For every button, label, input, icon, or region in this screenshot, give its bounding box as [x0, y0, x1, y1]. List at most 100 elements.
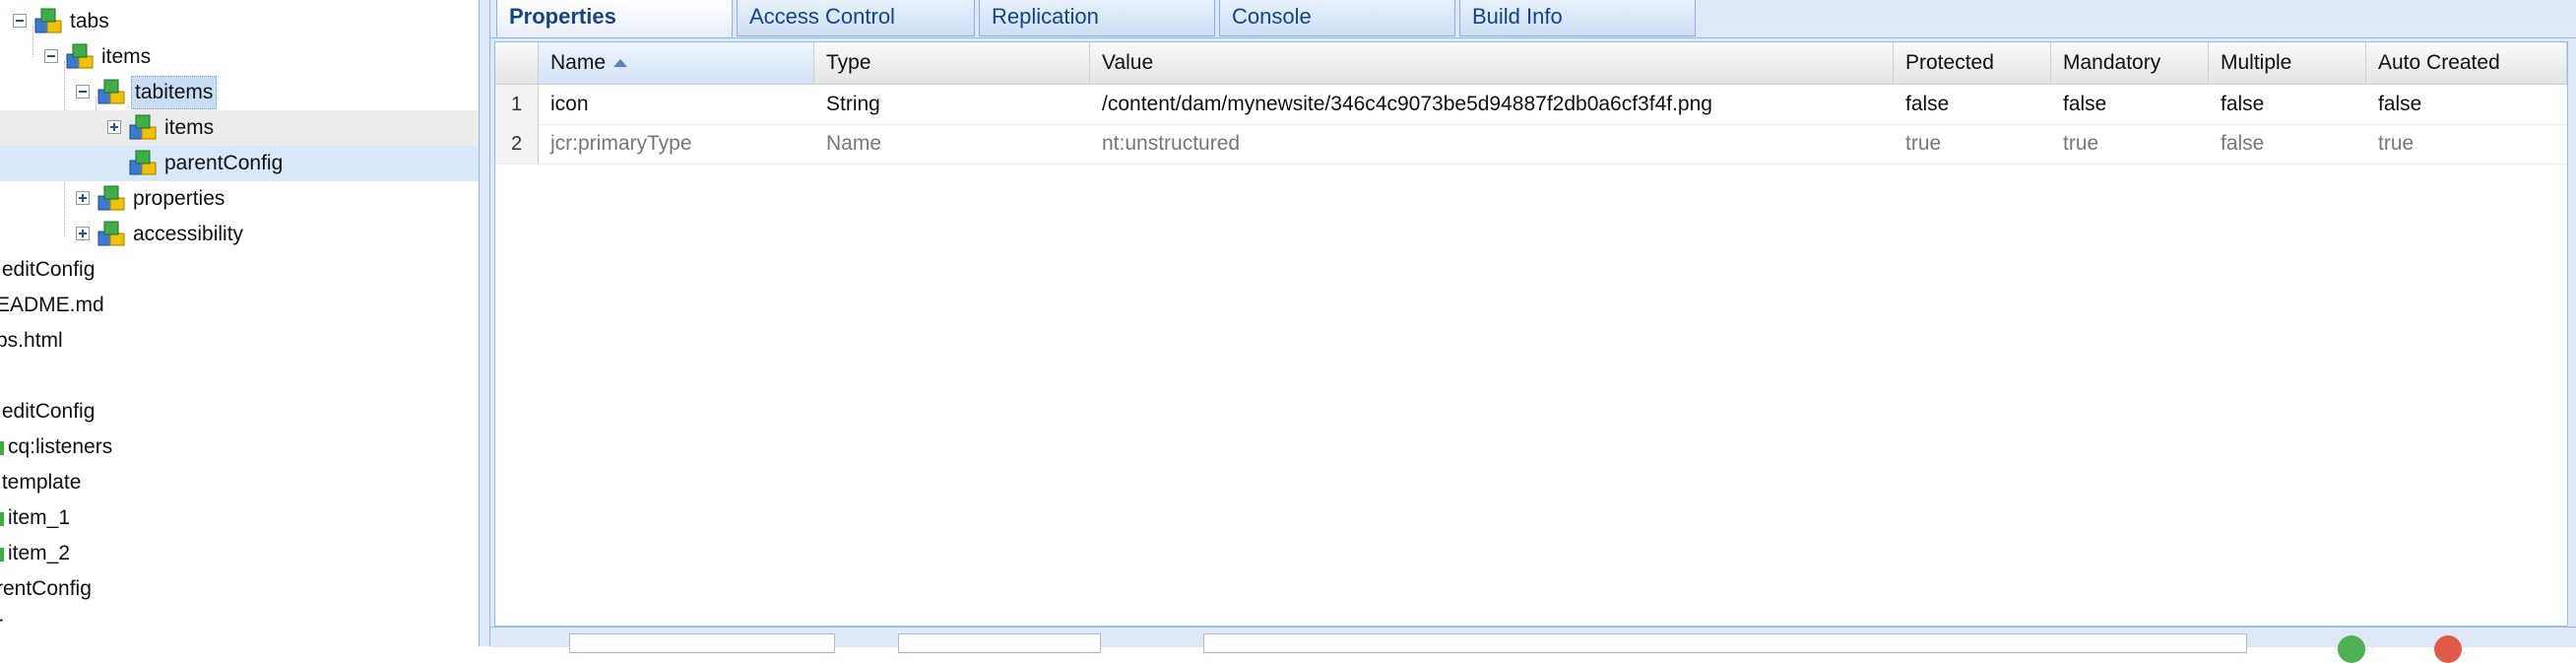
column-header-multiple[interactable]: Multiple — [2209, 42, 2366, 84]
tree-node-label: bs.html — [0, 329, 63, 352]
tree-node-label: item_1 — [8, 506, 71, 529]
cell-protected: false — [1905, 93, 1950, 115]
tree-node-properties[interactable]: properties — [0, 181, 479, 217]
repository-tree: tabs items tabitems items parentConfig p… — [0, 0, 479, 646]
property-edit-toolbar — [490, 627, 2576, 663]
rownum-header — [495, 42, 539, 84]
tree-node-label: :editConfig — [0, 400, 96, 423]
column-label: Auto Created — [2378, 51, 2500, 74]
tree-node-items-child[interactable]: items — [0, 110, 479, 146]
column-label: Mandatory — [2063, 51, 2161, 74]
node-icon — [97, 221, 125, 246]
column-header-protected[interactable]: Protected — [1894, 42, 2051, 84]
cell-name[interactable]: icon — [539, 85, 814, 124]
collapse-icon[interactable] — [44, 49, 58, 63]
table-row[interactable]: 2 jcr:primaryType Name nt:unstructured t… — [495, 124, 2567, 165]
properties-grid: Name Type Value Protected Mandatory Mult… — [494, 41, 2568, 627]
cell-type[interactable]: Name — [814, 124, 1090, 164]
collapse-icon[interactable] — [13, 14, 27, 28]
tab-label: Replication — [992, 4, 1099, 29]
property-name-field[interactable] — [569, 633, 835, 653]
tree-node-item-1[interactable]: item_1 — [0, 500, 479, 536]
tree-node-label: accessibility — [133, 223, 244, 245]
tree-node-label: rentConfig — [0, 577, 92, 600]
table-row[interactable]: 1 icon String /content/dam/mynewsite/346… — [495, 85, 2567, 125]
cell-value[interactable]: nt:unstructured — [1090, 124, 1894, 164]
cell-mandatory: false — [2063, 93, 2107, 115]
node-icon — [129, 150, 157, 175]
remove-property-icon[interactable] — [2434, 635, 2462, 663]
expand-icon[interactable] — [107, 120, 121, 134]
node-icon-clipped — [0, 548, 4, 562]
tab-strip: Properties Access Control Replication Co… — [490, 0, 2576, 38]
tree-node-template[interactable]: :template — [0, 465, 479, 500]
tab-label: Properties — [509, 4, 616, 29]
tree-node-tabs-html[interactable]: bs.html — [0, 323, 479, 359]
tree-node-label: :template — [0, 471, 82, 494]
column-header-type[interactable]: Type — [814, 42, 1090, 84]
tree-node-tabitems[interactable]: tabitems — [0, 75, 479, 110]
row-number: 1 — [495, 85, 539, 124]
tab-label: Access Control — [749, 4, 895, 29]
cell-auto-created: false — [2378, 93, 2422, 115]
tree-node-readme[interactable]: EADME.md — [0, 288, 479, 323]
column-header-value[interactable]: Value — [1090, 42, 1894, 84]
tab-console[interactable]: Console — [1219, 0, 1455, 36]
tree-node-items[interactable]: items — [0, 39, 479, 75]
panel-splitter[interactable] — [479, 0, 490, 646]
node-icon — [34, 8, 62, 33]
column-label: Multiple — [2221, 51, 2292, 74]
tree-node-editconfig[interactable]: :editConfig — [0, 252, 479, 288]
node-icon — [66, 43, 94, 69]
cell-multiple: false — [2221, 132, 2265, 155]
tree-node-accessibility[interactable]: accessibility — [0, 217, 479, 252]
column-header-mandatory[interactable]: Mandatory — [2051, 42, 2209, 84]
tree-node-item-2[interactable]: item_2 — [0, 536, 479, 571]
node-icon — [97, 185, 125, 211]
node-icon — [129, 114, 157, 140]
tab-replication[interactable]: Replication — [979, 0, 1215, 36]
cell-value[interactable]: /content/dam/mynewsite/346c4c9073be5d948… — [1090, 85, 1894, 124]
tree-node-parentconfig[interactable]: parentConfig — [0, 146, 479, 181]
expand-icon[interactable] — [76, 191, 90, 205]
add-property-icon[interactable] — [2338, 635, 2365, 663]
tree-node-cq-listeners[interactable]: cq:listeners — [0, 430, 479, 465]
tab-access-control[interactable]: Access Control — [737, 0, 975, 36]
column-label: Protected — [1905, 51, 1994, 74]
column-header-auto-created[interactable]: Auto Created — [2366, 42, 2567, 84]
tree-node-label: cq:listeners — [8, 435, 113, 458]
node-icon — [97, 79, 125, 104]
row-number: 2 — [495, 124, 539, 164]
tab-label: Build Info — [1472, 4, 1563, 29]
tree-node-label: r — [0, 607, 3, 642]
tree-node-label: tabitems — [131, 76, 218, 109]
tree-node-label: :editConfig — [0, 258, 96, 281]
tab-properties[interactable]: Properties — [496, 0, 733, 38]
cell-mandatory: true — [2063, 132, 2099, 155]
property-type-select[interactable] — [898, 633, 1101, 653]
expand-icon[interactable] — [76, 227, 90, 240]
property-value-field[interactable] — [1203, 633, 2247, 653]
cell-type[interactable]: String — [814, 85, 1090, 124]
tree-node-parentconfig-2[interactable]: rentConfig — [0, 571, 479, 607]
collapse-icon[interactable] — [76, 85, 90, 99]
tree-node-label: EADME.md — [0, 294, 104, 316]
node-icon-clipped — [0, 512, 4, 526]
tree-node-label: item_2 — [8, 542, 71, 564]
cell-multiple: false — [2221, 93, 2265, 115]
cell-protected: true — [1905, 132, 1942, 155]
tree-node-blank[interactable] — [0, 359, 479, 394]
tree-node-label: tabs — [70, 10, 109, 33]
sort-ascending-icon — [613, 59, 628, 68]
tree-node-label: items — [164, 116, 215, 139]
cell-name[interactable]: jcr:primaryType — [539, 124, 814, 164]
cell-auto-created: true — [2378, 132, 2415, 155]
tree-node-label: parentConfig — [164, 152, 284, 174]
tree-node-r[interactable]: r — [0, 607, 479, 642]
tree-node-editconfig-2[interactable]: :editConfig — [0, 394, 479, 430]
tree-node-label: properties — [133, 187, 225, 210]
tab-build-info[interactable]: Build Info — [1459, 0, 1696, 36]
tree-node-tabs[interactable]: tabs — [0, 4, 479, 39]
column-header-name[interactable]: Name — [539, 42, 814, 84]
column-label: Value — [1102, 51, 1154, 74]
